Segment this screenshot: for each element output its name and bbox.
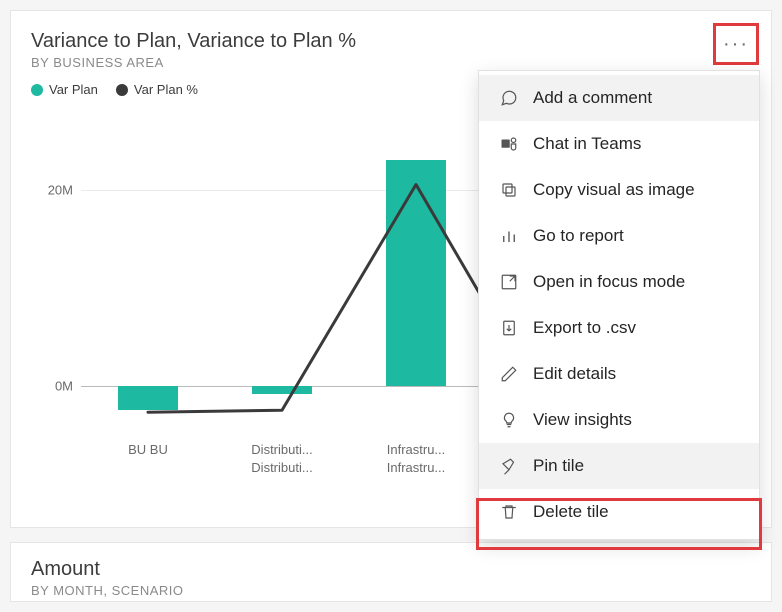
- menu-label: Copy visual as image: [533, 180, 695, 200]
- menu-label: Go to report: [533, 226, 624, 246]
- legend-item-var-plan-pct[interactable]: Var Plan %: [116, 82, 198, 97]
- menu-label: Open in focus mode: [533, 272, 685, 292]
- menu-label: View insights: [533, 410, 632, 430]
- pin-icon: [499, 456, 519, 476]
- menu-label: Edit details: [533, 364, 616, 384]
- export-icon: [499, 318, 519, 338]
- menu-delete-tile[interactable]: Delete tile: [479, 489, 759, 535]
- legend-label-1: Var Plan: [49, 82, 98, 97]
- menu-export-csv[interactable]: Export to .csv: [479, 305, 759, 351]
- expand-icon: [499, 272, 519, 292]
- menu-pin-tile[interactable]: Pin tile: [479, 443, 759, 489]
- lightbulb-icon: [499, 410, 519, 430]
- menu-label: Delete tile: [533, 502, 609, 522]
- menu-label: Export to .csv: [533, 318, 636, 338]
- menu-chat-teams[interactable]: Chat in Teams: [479, 121, 759, 167]
- copy-icon: [499, 180, 519, 200]
- y-tick-20m: 20M: [33, 183, 73, 198]
- more-options-button[interactable]: ···: [719, 29, 753, 59]
- x-label-infrastructure: Infrastru... Infrastru...: [349, 441, 483, 476]
- x-label-bu: BU BU: [81, 441, 215, 459]
- menu-edit-details[interactable]: Edit details: [479, 351, 759, 397]
- menu-label: Add a comment: [533, 88, 652, 108]
- comment-icon: [499, 88, 519, 108]
- menu-label: Chat in Teams: [533, 134, 641, 154]
- legend-label-2: Var Plan %: [134, 82, 198, 97]
- teams-icon: [499, 134, 519, 154]
- more-options-menu: Add a comment Chat in Teams Copy visual …: [478, 70, 760, 540]
- amount-subtitle: BY MONTH, SCENARIO: [31, 583, 751, 598]
- legend-swatch-dark: [116, 84, 128, 96]
- legend-swatch-teal: [31, 84, 43, 96]
- menu-focus-mode[interactable]: Open in focus mode: [479, 259, 759, 305]
- y-tick-0m: 0M: [33, 379, 73, 394]
- amount-chart-card: Amount BY MONTH, SCENARIO: [10, 542, 772, 602]
- menu-go-report[interactable]: Go to report: [479, 213, 759, 259]
- legend-item-var-plan[interactable]: Var Plan: [31, 82, 98, 97]
- chart-subtitle: BY BUSINESS AREA: [31, 55, 751, 70]
- amount-title: Amount: [31, 557, 751, 581]
- menu-label: Pin tile: [533, 456, 584, 476]
- trash-icon: [499, 502, 519, 522]
- pencil-icon: [499, 364, 519, 384]
- report-icon: [499, 226, 519, 246]
- menu-copy-visual[interactable]: Copy visual as image: [479, 167, 759, 213]
- menu-view-insights[interactable]: View insights: [479, 397, 759, 443]
- menu-add-comment[interactable]: Add a comment: [479, 75, 759, 121]
- x-label-distribution: Distributi... Distributi...: [215, 441, 349, 476]
- chart-title: Variance to Plan, Variance to Plan %: [31, 29, 751, 53]
